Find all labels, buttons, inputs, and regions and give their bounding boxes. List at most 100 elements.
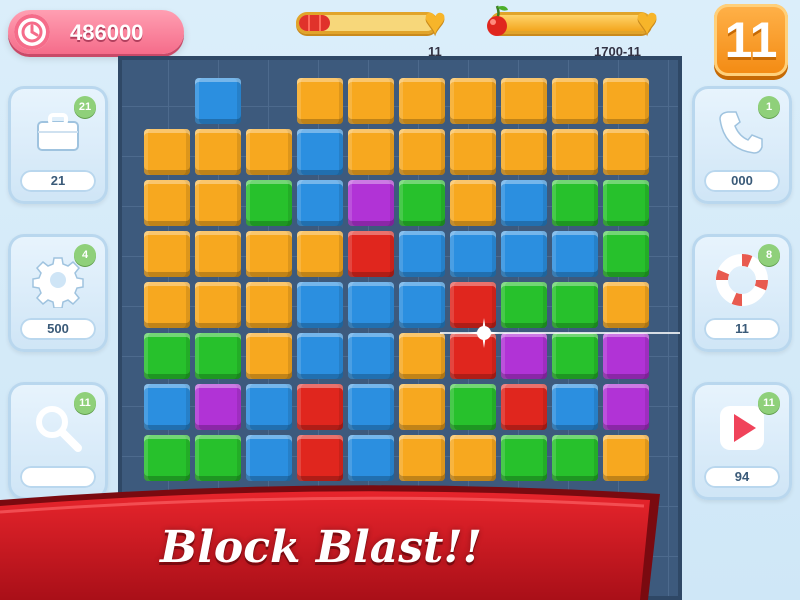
block-tile[interactable] [552, 333, 598, 379]
powerup-count: 500 [20, 318, 96, 340]
block-tile[interactable] [552, 78, 598, 124]
block-tile[interactable] [552, 435, 598, 481]
block-tile[interactable] [450, 384, 496, 430]
block-tile[interactable] [501, 435, 547, 481]
block-tile[interactable] [603, 231, 649, 277]
block-tile[interactable] [246, 180, 292, 226]
powerup-badge: 1 [758, 96, 780, 118]
powerup-badge: 4 [74, 244, 96, 266]
block-tile[interactable] [501, 282, 547, 328]
powerup-lifebuoy[interactable]: 8 11 [692, 234, 792, 352]
block-tile[interactable] [297, 129, 343, 175]
block-tile[interactable] [348, 333, 394, 379]
block-tile[interactable] [552, 129, 598, 175]
block-tile[interactable] [297, 282, 343, 328]
block-tile[interactable] [450, 282, 496, 328]
block-tile[interactable] [501, 180, 547, 226]
powerup-badge: 11 [758, 392, 780, 414]
block-tile[interactable] [603, 78, 649, 124]
block-tile[interactable] [297, 333, 343, 379]
powerup-phone[interactable]: 1 000 [692, 86, 792, 204]
block-tile[interactable] [501, 231, 547, 277]
block-tile[interactable] [297, 231, 343, 277]
block-tile[interactable] [195, 180, 241, 226]
block-tile[interactable] [399, 435, 445, 481]
block-tile[interactable] [552, 282, 598, 328]
block-tile[interactable] [552, 384, 598, 430]
powerup-badge: 8 [758, 244, 780, 266]
block-tile[interactable] [603, 282, 649, 328]
powerup-count: 000 [704, 170, 780, 192]
block-tile[interactable] [399, 384, 445, 430]
heart-icon: ♥ [423, 1, 447, 43]
block-tile[interactable] [603, 384, 649, 430]
block-tile[interactable] [348, 180, 394, 226]
block-tile[interactable] [501, 384, 547, 430]
target-progress-fill [493, 15, 649, 31]
powerup-count: 94 [704, 466, 780, 488]
block-tile[interactable] [501, 78, 547, 124]
block-tile[interactable] [144, 384, 190, 430]
block-tile[interactable] [450, 435, 496, 481]
block-tile[interactable] [450, 231, 496, 277]
block-tile[interactable] [348, 231, 394, 277]
block-tile[interactable] [399, 78, 445, 124]
block-tile[interactable] [399, 129, 445, 175]
block-tile[interactable] [603, 333, 649, 379]
timer-icon [14, 14, 50, 50]
block-tile[interactable] [195, 282, 241, 328]
block-tile[interactable] [246, 231, 292, 277]
block-tile[interactable] [297, 435, 343, 481]
block-tile[interactable] [501, 129, 547, 175]
block-tile[interactable] [399, 282, 445, 328]
block-tile[interactable] [348, 384, 394, 430]
block-tile[interactable] [195, 129, 241, 175]
block-tile[interactable] [552, 231, 598, 277]
score-value: 486000 [70, 20, 144, 45]
block-tile[interactable] [399, 231, 445, 277]
block-tile[interactable] [603, 129, 649, 175]
block-tile[interactable] [246, 282, 292, 328]
block-tile[interactable] [195, 333, 241, 379]
block-tile[interactable] [450, 78, 496, 124]
block-tile[interactable] [144, 333, 190, 379]
block-tile[interactable] [144, 180, 190, 226]
powerup-badge: 11 [74, 392, 96, 414]
block-tile[interactable] [144, 435, 190, 481]
heart-icon: ♥ [635, 1, 659, 43]
block-tile[interactable] [501, 333, 547, 379]
block-tile[interactable] [246, 333, 292, 379]
block-tile[interactable] [195, 384, 241, 430]
block-tile[interactable] [348, 78, 394, 124]
block-tile[interactable] [297, 78, 343, 124]
block-tile[interactable] [348, 282, 394, 328]
cherry-icon [487, 5, 508, 36]
block-tile[interactable] [246, 129, 292, 175]
block-tile[interactable] [399, 180, 445, 226]
powerup-gear[interactable]: 4 500 [8, 234, 108, 352]
block-tile[interactable] [552, 180, 598, 226]
block-tile[interactable] [195, 435, 241, 481]
block-tile[interactable] [450, 333, 496, 379]
powerup-briefcase[interactable]: 21 21 [8, 86, 108, 204]
powerup-badge: 21 [74, 96, 96, 118]
block-tile[interactable] [450, 180, 496, 226]
block-tile[interactable] [144, 282, 190, 328]
block-tile[interactable] [603, 180, 649, 226]
block-tile[interactable] [603, 435, 649, 481]
block-tile[interactable] [195, 78, 241, 124]
block-tile[interactable] [297, 384, 343, 430]
block-tile[interactable] [195, 231, 241, 277]
moves-progress: ♥ 11 [296, 1, 456, 59]
block-tile[interactable] [144, 231, 190, 277]
block-tile[interactable] [246, 384, 292, 430]
block-tile[interactable] [348, 129, 394, 175]
block-tile[interactable] [348, 435, 394, 481]
block-tile[interactable] [450, 129, 496, 175]
block-tile[interactable] [246, 435, 292, 481]
powerup-count: 21 [20, 170, 96, 192]
block-tile[interactable] [144, 129, 190, 175]
block-tile[interactable] [297, 180, 343, 226]
block-tile[interactable] [399, 333, 445, 379]
powerup-play[interactable]: 11 94 [692, 382, 792, 500]
